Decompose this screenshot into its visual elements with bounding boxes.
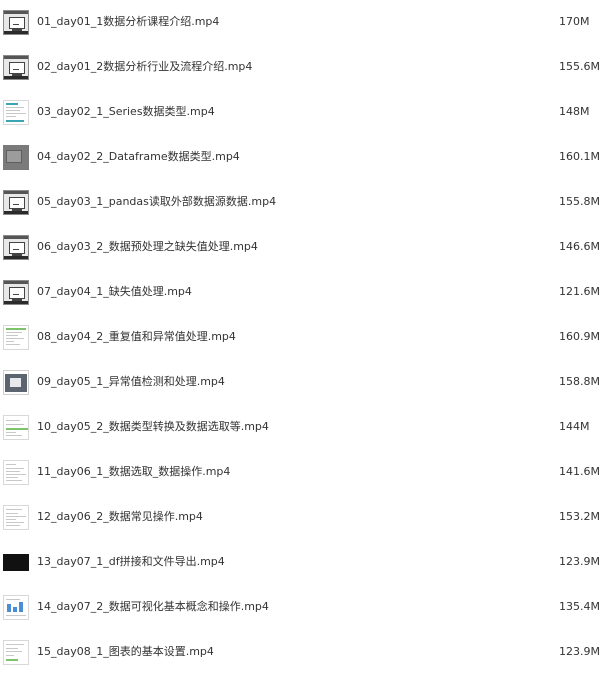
video-thumbnail-icon[interactable] <box>3 325 29 350</box>
video-thumbnail-icon[interactable] <box>3 10 29 35</box>
video-thumbnail-icon[interactable] <box>3 460 29 485</box>
file-list: 01_day01_1数据分析课程介绍.mp4 170M 02_day01_2数据… <box>0 0 608 673</box>
file-row[interactable]: 12_day06_2_数据常见操作.mp4 153.2M <box>0 495 608 540</box>
file-size: 158.8M <box>559 375 600 388</box>
file-row[interactable]: 15_day08_1_图表的基本设置.mp4 123.9M <box>0 630 608 675</box>
file-size: 148M <box>559 105 590 118</box>
file-name[interactable]: 09_day05_1_异常值检测和处理.mp4 <box>37 374 225 390</box>
file-row[interactable]: 02_day01_2数据分析行业及流程介绍.mp4 155.6M <box>0 45 608 90</box>
file-row[interactable]: 13_day07_1_df拼接和文件导出.mp4 123.9M <box>0 540 608 585</box>
file-name[interactable]: 12_day06_2_数据常见操作.mp4 <box>37 509 203 525</box>
file-name[interactable]: 07_day04_1_缺失值处理.mp4 <box>37 284 192 300</box>
video-thumbnail-icon[interactable] <box>3 100 29 125</box>
file-name[interactable]: 13_day07_1_df拼接和文件导出.mp4 <box>37 554 225 570</box>
file-row[interactable]: 14_day07_2_数据可视化基本概念和操作.mp4 135.4M <box>0 585 608 630</box>
file-row[interactable]: 07_day04_1_缺失值处理.mp4 121.6M <box>0 270 608 315</box>
file-size: 144M <box>559 420 590 433</box>
file-size: 121.6M <box>559 285 600 298</box>
file-size: 123.9M <box>559 555 600 568</box>
video-thumbnail-icon[interactable] <box>3 505 29 530</box>
video-thumbnail-icon[interactable] <box>3 550 29 575</box>
file-row[interactable]: 10_day05_2_数据类型转换及数据选取等.mp4 144M <box>0 405 608 450</box>
file-size: 135.4M <box>559 600 600 613</box>
file-size: 123.9M <box>559 645 600 658</box>
file-name[interactable]: 01_day01_1数据分析课程介绍.mp4 <box>37 14 219 30</box>
file-name[interactable]: 02_day01_2数据分析行业及流程介绍.mp4 <box>37 59 252 75</box>
video-thumbnail-icon[interactable] <box>3 595 29 620</box>
video-thumbnail-icon[interactable] <box>3 55 29 80</box>
file-name[interactable]: 04_day02_2_Dataframe数据类型.mp4 <box>37 149 240 165</box>
file-name[interactable]: 08_day04_2_重复值和异常值处理.mp4 <box>37 329 236 345</box>
video-thumbnail-icon[interactable] <box>3 415 29 440</box>
file-size: 141.6M <box>559 465 600 478</box>
video-thumbnail-icon[interactable] <box>3 640 29 665</box>
file-row[interactable]: 01_day01_1数据分析课程介绍.mp4 170M <box>0 0 608 45</box>
file-name[interactable]: 14_day07_2_数据可视化基本概念和操作.mp4 <box>37 599 269 615</box>
file-row[interactable]: 03_day02_1_Series数据类型.mp4 148M <box>0 90 608 135</box>
file-name[interactable]: 15_day08_1_图表的基本设置.mp4 <box>37 644 214 660</box>
file-name[interactable]: 05_day03_1_pandas读取外部数据源数据.mp4 <box>37 194 276 210</box>
file-row[interactable]: 11_day06_1_数据选取_数据操作.mp4 141.6M <box>0 450 608 495</box>
file-size: 155.6M <box>559 60 600 73</box>
file-row[interactable]: 05_day03_1_pandas读取外部数据源数据.mp4 155.8M <box>0 180 608 225</box>
file-row[interactable]: 08_day04_2_重复值和异常值处理.mp4 160.9M <box>0 315 608 360</box>
file-row[interactable]: 09_day05_1_异常值检测和处理.mp4 158.8M <box>0 360 608 405</box>
file-name[interactable]: 06_day03_2_数据预处理之缺失值处理.mp4 <box>37 239 258 255</box>
file-name[interactable]: 11_day06_1_数据选取_数据操作.mp4 <box>37 464 230 480</box>
file-name[interactable]: 10_day05_2_数据类型转换及数据选取等.mp4 <box>37 419 269 435</box>
file-size: 170M <box>559 15 590 28</box>
file-row[interactable]: 06_day03_2_数据预处理之缺失值处理.mp4 146.6M <box>0 225 608 270</box>
video-thumbnail-icon[interactable] <box>3 280 29 305</box>
video-thumbnail-icon[interactable] <box>3 190 29 215</box>
file-size: 146.6M <box>559 240 600 253</box>
file-name[interactable]: 03_day02_1_Series数据类型.mp4 <box>37 104 215 120</box>
video-thumbnail-icon[interactable] <box>3 145 29 170</box>
file-size: 155.8M <box>559 195 600 208</box>
file-size: 160.1M <box>559 150 600 163</box>
file-size: 153.2M <box>559 510 600 523</box>
video-thumbnail-icon[interactable] <box>3 235 29 260</box>
video-thumbnail-icon[interactable] <box>3 370 29 395</box>
file-size: 160.9M <box>559 330 600 343</box>
file-row[interactable]: 04_day02_2_Dataframe数据类型.mp4 160.1M <box>0 135 608 180</box>
